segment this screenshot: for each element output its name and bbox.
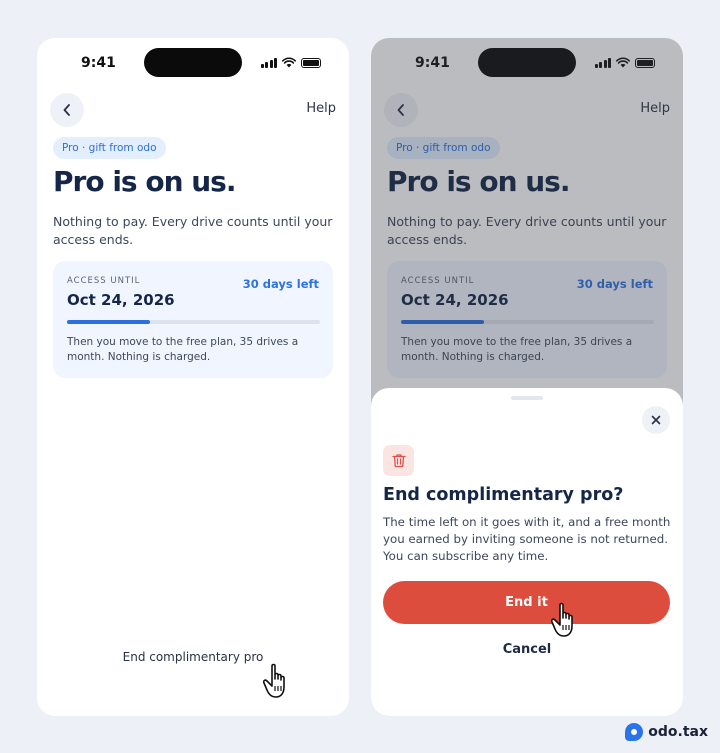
brand-logo: odo.tax bbox=[625, 723, 708, 741]
battery-icon bbox=[301, 58, 321, 68]
access-label: ACCESS UNTIL bbox=[67, 276, 141, 286]
signal-icon bbox=[260, 58, 277, 68]
brand-name: odo.tax bbox=[648, 724, 708, 740]
trash-badge bbox=[383, 445, 414, 476]
trash-icon bbox=[391, 454, 406, 468]
access-date: Oct 24, 2026 bbox=[67, 291, 175, 309]
wifi-icon bbox=[282, 57, 296, 68]
page-subtitle: Nothing to pay. Every drive counts until… bbox=[53, 214, 333, 247]
access-progress-fill bbox=[67, 320, 151, 324]
dynamic-island bbox=[144, 48, 242, 77]
status-time: 9:41 bbox=[81, 55, 116, 71]
page-title: Pro is on us. bbox=[53, 165, 236, 198]
access-progress-bar bbox=[67, 320, 320, 324]
bottom-sheet: End complimentary pro? The time left on … bbox=[371, 388, 683, 716]
sheet-drag-handle[interactable] bbox=[511, 396, 543, 400]
hand-cursor-icon bbox=[263, 663, 285, 698]
chevron-left-icon bbox=[63, 104, 70, 116]
status-icons bbox=[260, 57, 321, 68]
access-card: ACCESS UNTIL Oct 24, 2026 30 days left T… bbox=[53, 261, 333, 378]
end-complimentary-pro-link[interactable]: End complimentary pro bbox=[37, 650, 349, 664]
status-bar: 9:41 bbox=[37, 38, 349, 86]
hand-cursor-icon bbox=[551, 602, 573, 637]
sheet-title: End complimentary pro? bbox=[383, 485, 624, 505]
sheet-body: The time left on it goes with it, and a … bbox=[383, 515, 671, 563]
odo-logo-icon bbox=[625, 723, 644, 741]
close-button[interactable] bbox=[642, 406, 670, 434]
phone-screen-end-sheet: 9:41 Help Pro · gift from odo Pro is on … bbox=[371, 38, 683, 716]
phone-screen-pro-gift: 9:41 Help Pro · gift from odo Pro is on … bbox=[37, 38, 349, 716]
days-left-badge: 30 days left bbox=[242, 277, 319, 291]
back-button[interactable] bbox=[50, 93, 84, 127]
cancel-button[interactable]: Cancel bbox=[371, 642, 683, 657]
access-note: Then you move to the free plan, 35 drive… bbox=[67, 336, 299, 363]
end-it-button[interactable]: End it bbox=[383, 581, 670, 624]
gift-chip: Pro · gift from odo bbox=[53, 137, 166, 159]
close-icon bbox=[651, 415, 661, 425]
help-link[interactable]: Help bbox=[306, 101, 336, 116]
